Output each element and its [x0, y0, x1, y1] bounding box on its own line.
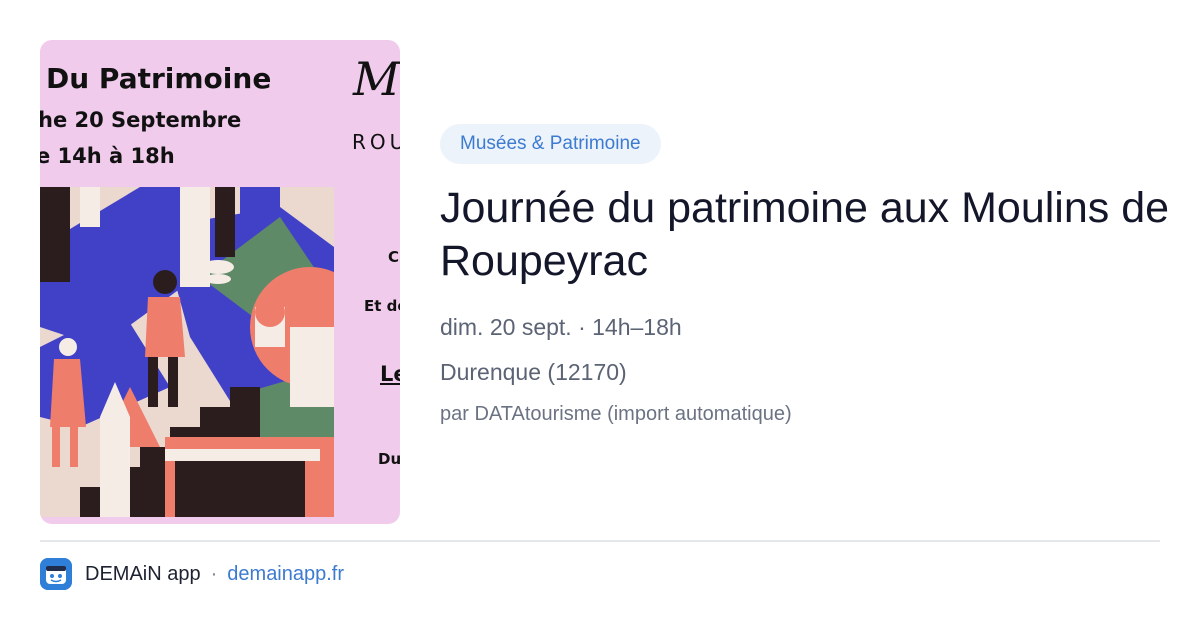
poster-heading: Du Patrimoine: [46, 62, 272, 95]
footer: DEMAiN app · demainapp.fr: [40, 558, 344, 590]
event-source: par DATAtourisme (import automatique): [440, 403, 792, 425]
poster-fragment-etd: Et de: [364, 297, 400, 315]
poster-time-line: e 14h à 18h: [40, 144, 175, 168]
poster-fragment-le: Le: [380, 362, 400, 386]
poster-illustration: [40, 187, 334, 517]
app-domain-link[interactable]: demainapp.fr: [227, 563, 344, 586]
footer-separator: ·: [210, 562, 218, 585]
poster-fragment-c: C: [388, 248, 400, 266]
event-datetime: dim. 20 sept. · 14h–18h: [440, 314, 682, 340]
category-badge[interactable]: Musées & Patrimoine: [440, 124, 661, 164]
event-poster-image: Du Patrimoine he 20 Septembre e 14h à 18…: [40, 40, 400, 524]
poster-place-fragment: ROU: [352, 130, 400, 154]
poster-script-letter: M: [353, 52, 400, 106]
event-title[interactable]: Journée du patrimoine aux Moulins de Rou…: [440, 182, 1170, 288]
footer-divider: [40, 540, 1160, 542]
poster-fragment-du: Du: [378, 450, 400, 468]
poster-date-line: he 20 Septembre: [40, 108, 242, 132]
event-location: Durenque (12170): [440, 359, 627, 385]
demain-app-icon: [40, 558, 72, 590]
app-name: DEMAiN app: [85, 562, 201, 585]
